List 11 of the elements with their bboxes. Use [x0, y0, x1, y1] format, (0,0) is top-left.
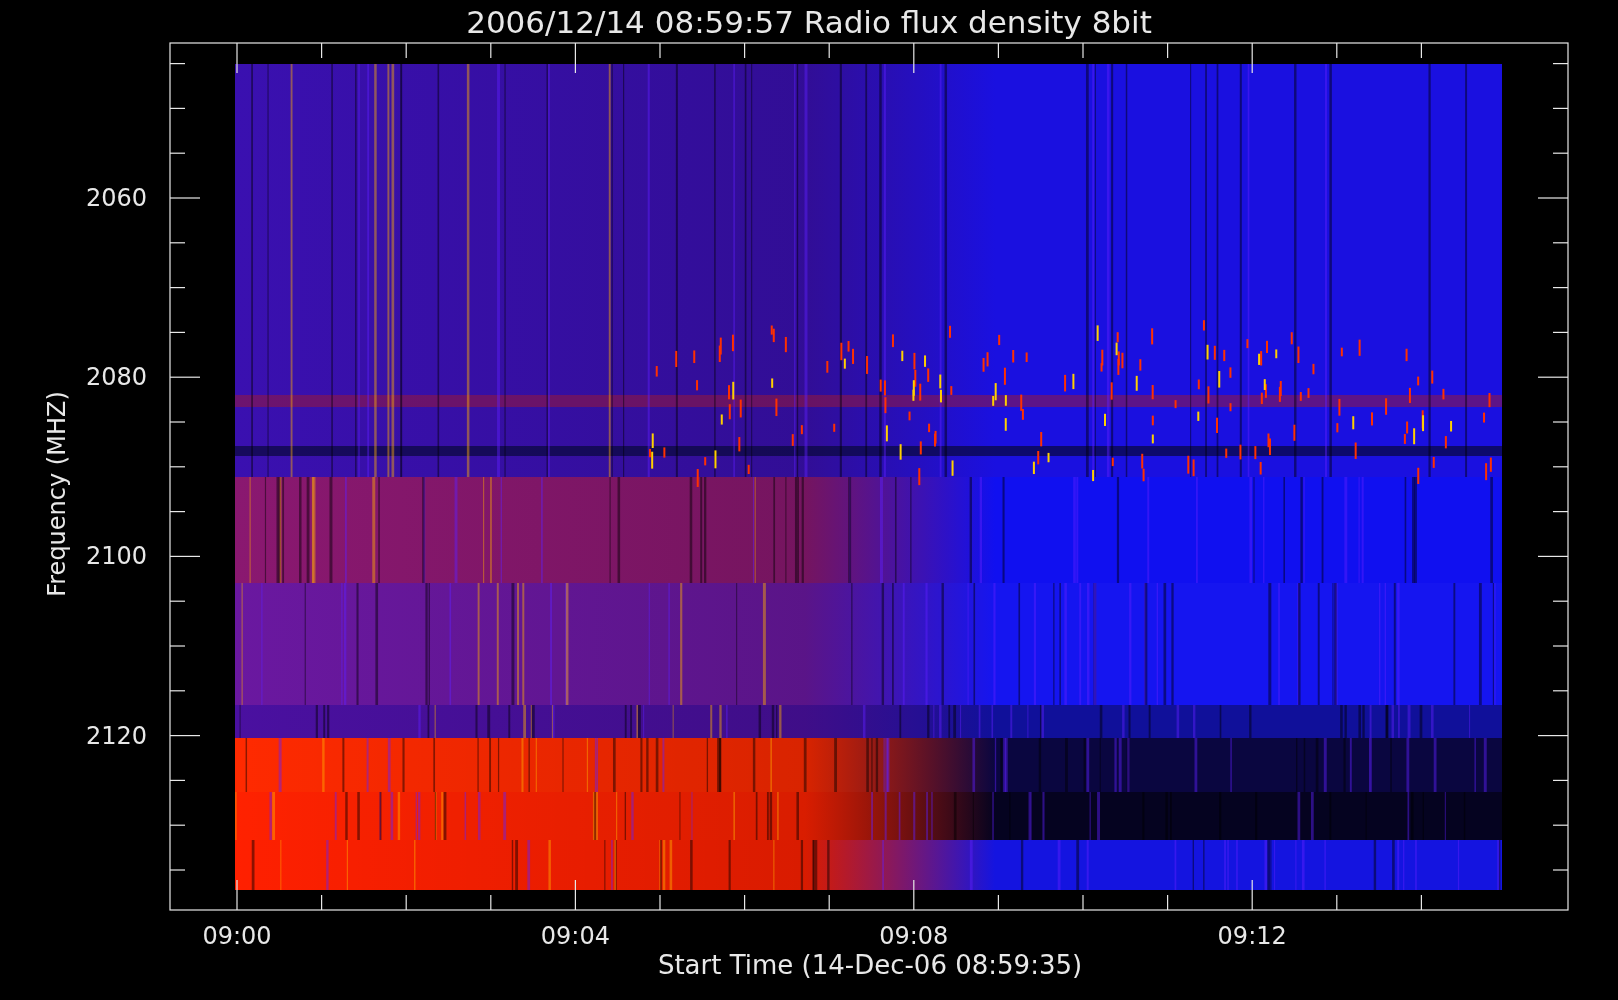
y-tick-label: 2060	[86, 184, 148, 212]
chart-title: 2006/12/14 08:59:57 Radio flux density 8bit	[465, 4, 1153, 40]
x-axis-label: Start Time (14-Dec-06 08:59:35)	[656, 950, 1084, 980]
y-tick-label: 2080	[86, 363, 148, 392]
y-tick-label: 2100	[86, 542, 148, 571]
x-tick-label: 09:04	[539, 922, 611, 950]
y-tick-label: 2120	[86, 721, 148, 750]
x-tick-label: 09:08	[878, 922, 950, 950]
x-tick-label: 09:12	[1216, 922, 1288, 950]
x-tick-label: 09:00	[201, 922, 273, 950]
y-axis-label: Frequency (MHZ)	[43, 390, 71, 599]
